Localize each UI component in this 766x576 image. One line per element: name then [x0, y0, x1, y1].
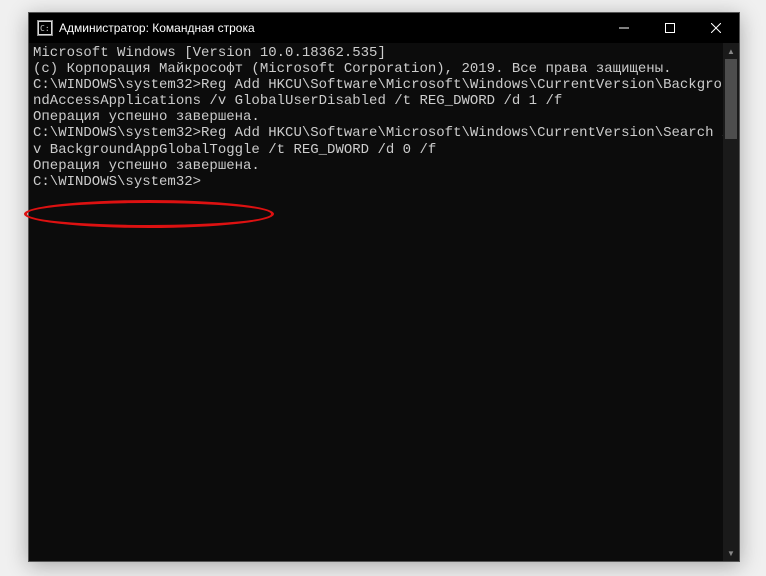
- prompt-1: C:\WINDOWS\system32>: [33, 77, 201, 93]
- titlebar[interactable]: C: Администратор: Командная строка: [29, 13, 739, 43]
- scroll-down-arrow-icon[interactable]: ▼: [723, 545, 739, 561]
- window-title: Администратор: Командная строка: [59, 21, 255, 35]
- result-1: Операция успешно завершена.: [33, 109, 735, 125]
- scrollbar-thumb[interactable]: [725, 59, 737, 139]
- maximize-icon: [665, 23, 675, 33]
- svg-text:C:: C:: [40, 24, 50, 33]
- prompt-2: C:\WINDOWS\system32>: [33, 125, 201, 141]
- command-line-3: C:\WINDOWS\system32>: [33, 174, 735, 190]
- terminal-output[interactable]: Microsoft Windows [Version 10.0.18362.53…: [29, 43, 739, 561]
- minimize-icon: [619, 23, 629, 33]
- scroll-up-arrow-icon[interactable]: ▲: [723, 43, 739, 59]
- command-line-1: C:\WINDOWS\system32>Reg Add HKCU\Softwar…: [33, 77, 735, 109]
- cmd-icon: C:: [37, 20, 53, 36]
- copyright-line: (c) Корпорация Майкрософт (Microsoft Cor…: [33, 61, 735, 77]
- close-icon: [711, 23, 721, 33]
- version-line: Microsoft Windows [Version 10.0.18362.53…: [33, 45, 735, 61]
- command-prompt-window: C: Администратор: Командная строка Micro…: [28, 12, 740, 562]
- result-2: Операция успешно завершена.: [33, 158, 735, 174]
- vertical-scrollbar[interactable]: ▲ ▼: [723, 43, 739, 561]
- window-controls: [601, 13, 739, 43]
- close-button[interactable]: [693, 13, 739, 43]
- prompt-3: C:\WINDOWS\system32>: [33, 174, 201, 190]
- minimize-button[interactable]: [601, 13, 647, 43]
- maximize-button[interactable]: [647, 13, 693, 43]
- command-line-2: C:\WINDOWS\system32>Reg Add HKCU\Softwar…: [33, 125, 735, 157]
